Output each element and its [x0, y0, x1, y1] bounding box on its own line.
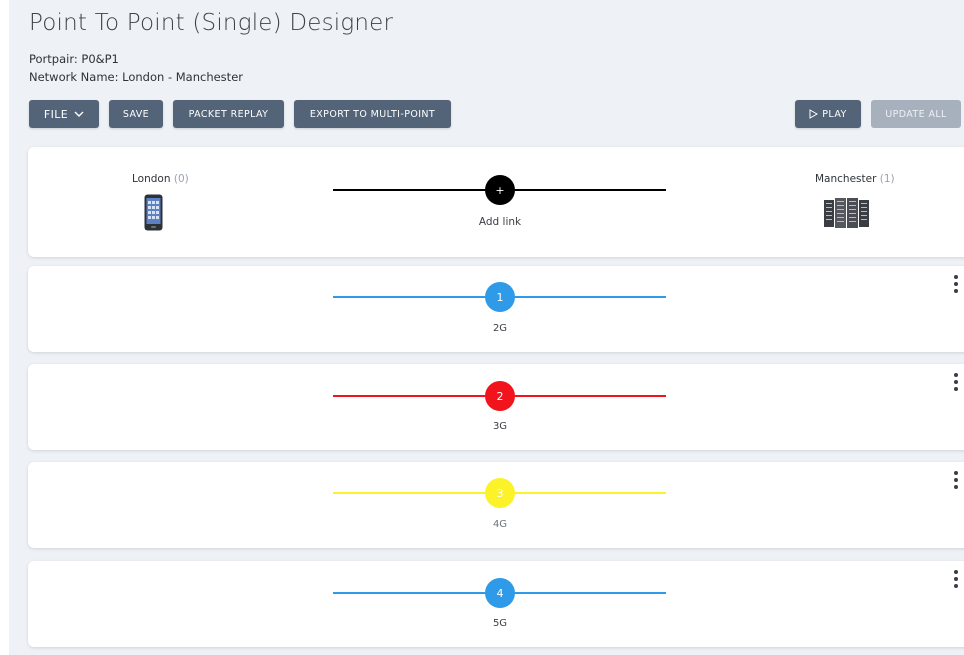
mobile-phone-icon[interactable] — [144, 194, 163, 231]
packet-replay-button[interactable]: PACKET REPLAY — [173, 100, 284, 128]
endpoint-london-count: (0) — [173, 173, 189, 185]
export-multipoint-button[interactable]: EXPORT TO MULTI-POINT — [294, 100, 451, 128]
update-all-button[interactable]: UPDATE ALL — [871, 100, 961, 128]
portpair-text: Portpair: P0&P1 — [29, 52, 119, 66]
link-node[interactable]: 2 — [485, 381, 515, 411]
more-options-icon[interactable] — [953, 570, 959, 588]
link-card: 1 2G — [28, 266, 964, 352]
endpoints-card: London (0) + Add link Manchester (1) — [28, 147, 964, 257]
link-label: 5G — [492, 618, 508, 629]
more-options-icon[interactable] — [953, 471, 959, 489]
play-button[interactable]: PLAY — [795, 100, 861, 128]
network-name-text: Network Name: London - Manchester — [29, 70, 243, 84]
endpoint-manchester-name: Manchester — [815, 173, 877, 185]
endpoint-london-name: London — [132, 173, 171, 185]
endpoint-manchester-count: (1) — [879, 173, 895, 185]
link-card: 3 4G — [28, 462, 964, 548]
file-menu-button[interactable]: FILE — [29, 100, 99, 128]
page-title: Point To Point (Single) Designer — [29, 10, 394, 36]
add-link-button[interactable]: + — [485, 175, 515, 205]
more-options-icon[interactable] — [953, 275, 959, 293]
link-label: 4G — [492, 519, 508, 530]
left-edge-strip — [0, 0, 9, 655]
link-label: 2G — [492, 323, 508, 334]
link-node[interactable]: 4 — [485, 578, 515, 608]
endpoint-manchester-label: Manchester (1) — [815, 173, 895, 185]
play-button-label: PLAY — [822, 108, 847, 120]
play-icon — [809, 109, 819, 119]
chevron-down-icon — [74, 111, 84, 117]
more-options-icon[interactable] — [953, 373, 959, 391]
link-label: 3G — [492, 421, 508, 432]
link-card: 4 5G — [28, 561, 964, 647]
file-button-label: FILE — [43, 107, 69, 121]
link-node[interactable]: 1 — [485, 282, 515, 312]
link-node[interactable]: 3 — [485, 478, 515, 508]
server-rack-icon[interactable] — [823, 197, 871, 229]
link-card: 2 3G — [28, 364, 964, 450]
save-button[interactable]: SAVE — [109, 100, 163, 128]
endpoint-london-label: London (0) — [132, 173, 189, 185]
add-link-label[interactable]: Add link — [448, 216, 552, 228]
